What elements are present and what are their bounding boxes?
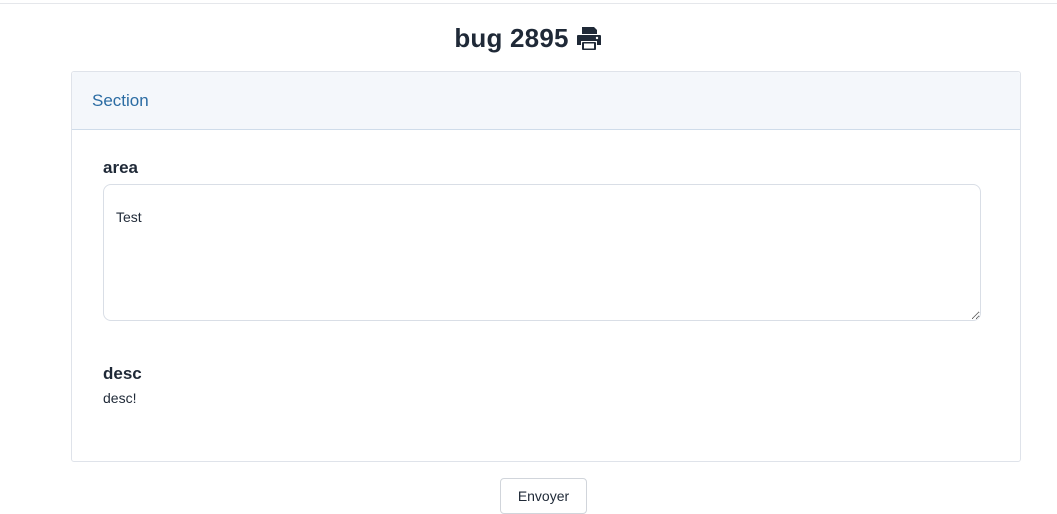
section-card: Section area Test desc desc! (71, 71, 1021, 462)
page-header: bug 2895 (0, 18, 1057, 58)
section-header: Section (72, 72, 1020, 130)
desc-value: desc! (103, 390, 137, 406)
area-label: area (103, 158, 138, 177)
print-icon[interactable] (575, 24, 603, 52)
desc-label: desc (103, 364, 142, 383)
area-textarea[interactable]: Test (103, 184, 981, 321)
page-title: bug 2895 (454, 22, 569, 53)
section-title: Section (92, 90, 149, 110)
submit-button[interactable]: Envoyer (500, 478, 587, 514)
top-border (0, 0, 1057, 4)
